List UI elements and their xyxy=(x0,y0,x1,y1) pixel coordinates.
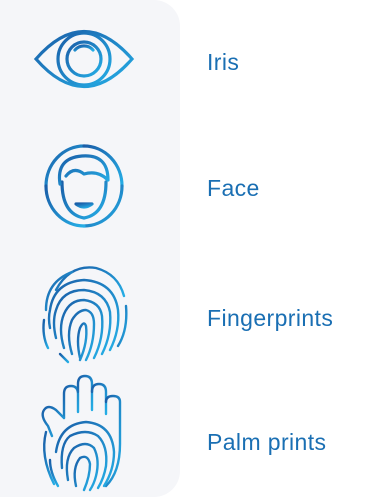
biometric-label: Iris xyxy=(207,49,240,75)
biometric-item-iris: Iris xyxy=(0,0,382,124)
biometric-item-fingerprints: Fingerprints xyxy=(0,248,382,372)
biometric-label: Fingerprints xyxy=(207,305,334,331)
iris-scan-icon xyxy=(0,0,180,124)
biometric-item-palm-prints: Palm prints xyxy=(0,372,382,496)
biometric-item-face: Face xyxy=(0,124,382,248)
palm-print-icon xyxy=(0,372,180,496)
fingerprint-icon xyxy=(0,248,180,372)
biometric-label: Face xyxy=(207,175,260,201)
biometric-label: Palm prints xyxy=(207,429,327,455)
face-scan-icon xyxy=(0,124,180,248)
